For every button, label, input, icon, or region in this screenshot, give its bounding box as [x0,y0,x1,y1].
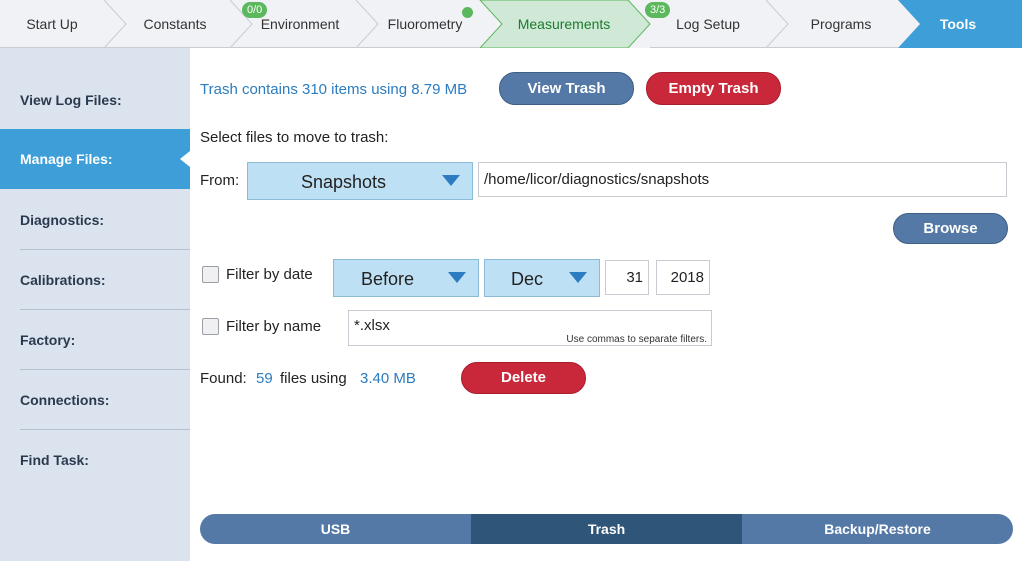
sidebar-item-label: Calibrations: [20,272,106,288]
day-field[interactable]: 31 [605,260,649,295]
log-setup-count-badge: 3/3 [645,2,671,18]
year-field[interactable]: 2018 [656,260,710,295]
from-label: From: [200,172,240,189]
chevron-down-icon [569,272,587,283]
nav-step-environment[interactable]: Environment [252,16,348,32]
select-files-heading: Select files to move to trash: [200,129,389,146]
tab-trash[interactable]: Trash [471,514,742,544]
bottom-tab-bar: USB Trash Backup/Restore [200,514,1013,544]
sidebar-item-diagnostics[interactable]: Diagnostics: [0,190,190,250]
name-filter-field[interactable]: *.xlsx Use commas to separate filters. [348,310,712,346]
empty-trash-button[interactable]: Empty Trash [646,72,781,105]
nav-step-tools[interactable]: Tools [922,16,994,32]
month-dropdown[interactable]: Dec [484,259,600,297]
tab-usb[interactable]: USB [200,514,471,544]
nav-step-fluorometry[interactable]: Fluorometry [378,16,472,32]
chevron-down-icon [448,272,466,283]
filter-by-date-checkbox[interactable] [202,266,219,283]
date-relation-value: Before [361,269,415,289]
found-total-size: 3.40 MB [360,370,416,387]
month-value: Dec [511,269,544,289]
source-dropdown-value: Snapshots [301,172,387,192]
sidebar-item-label: Manage Files: [20,151,113,167]
browse-button[interactable]: Browse [893,213,1008,244]
tools-sidebar: View Log Files: Manage Files: Diagnostic… [0,48,190,561]
environment-count-badge: 0/0 [242,2,268,18]
sidebar-item-label: Factory: [20,332,76,348]
sidebar-item-view-log-files[interactable]: View Log Files: [0,70,190,130]
found-prefix: Found: [200,370,247,387]
sidebar-item-connections[interactable]: Connections: [0,370,190,430]
nav-step-programs[interactable]: Programs [796,16,886,32]
tab-backup-restore[interactable]: Backup/Restore [742,514,1013,544]
sidebar-item-manage-files[interactable]: Manage Files: [0,129,190,189]
sidebar-item-label: Find Task: [20,452,89,468]
nav-step-measurements[interactable]: Measurements [508,16,620,32]
nav-step-constants[interactable]: Constants [130,16,220,32]
source-dropdown[interactable]: Snapshots [247,162,473,200]
nav-step-start-up[interactable]: Start Up [12,16,92,32]
trash-status-text: Trash contains 310 items using 8.79 MB [200,81,468,98]
source-path-field[interactable]: /home/licor/diagnostics/snapshots [478,162,1007,197]
sidebar-item-calibrations[interactable]: Calibrations: [0,250,190,310]
sidebar-item-label: Connections: [20,392,110,408]
filter-by-date-label: Filter by date [226,266,313,283]
sidebar-item-label: Diagnostics: [20,212,105,228]
sidebar-item-factory[interactable]: Factory: [0,310,190,370]
manage-files-panel: Trash contains 310 items using 8.79 MB V… [190,48,1022,561]
filter-by-name-label: Filter by name [226,318,322,335]
selected-pointer-icon [180,151,190,167]
name-filter-value: *.xlsx [354,317,390,334]
sidebar-item-find-task[interactable]: Find Task: [0,430,190,490]
step-navigation: Start Up Constants Environment 0/0 Fluor… [0,0,1022,48]
delete-button[interactable]: Delete [461,362,586,394]
found-middle-text: files using [280,370,347,387]
date-relation-dropdown[interactable]: Before [333,259,479,297]
name-filter-hint: Use commas to separate filters. [566,334,707,345]
nav-step-log-setup[interactable]: Log Setup [664,16,752,32]
chevron-down-icon [442,175,460,186]
fluorometry-status-dot-icon [462,7,473,18]
filter-by-name-checkbox[interactable] [202,318,219,335]
view-trash-button[interactable]: View Trash [499,72,634,105]
found-file-count: 59 [256,370,273,387]
sidebar-item-label: View Log Files: [20,92,122,108]
